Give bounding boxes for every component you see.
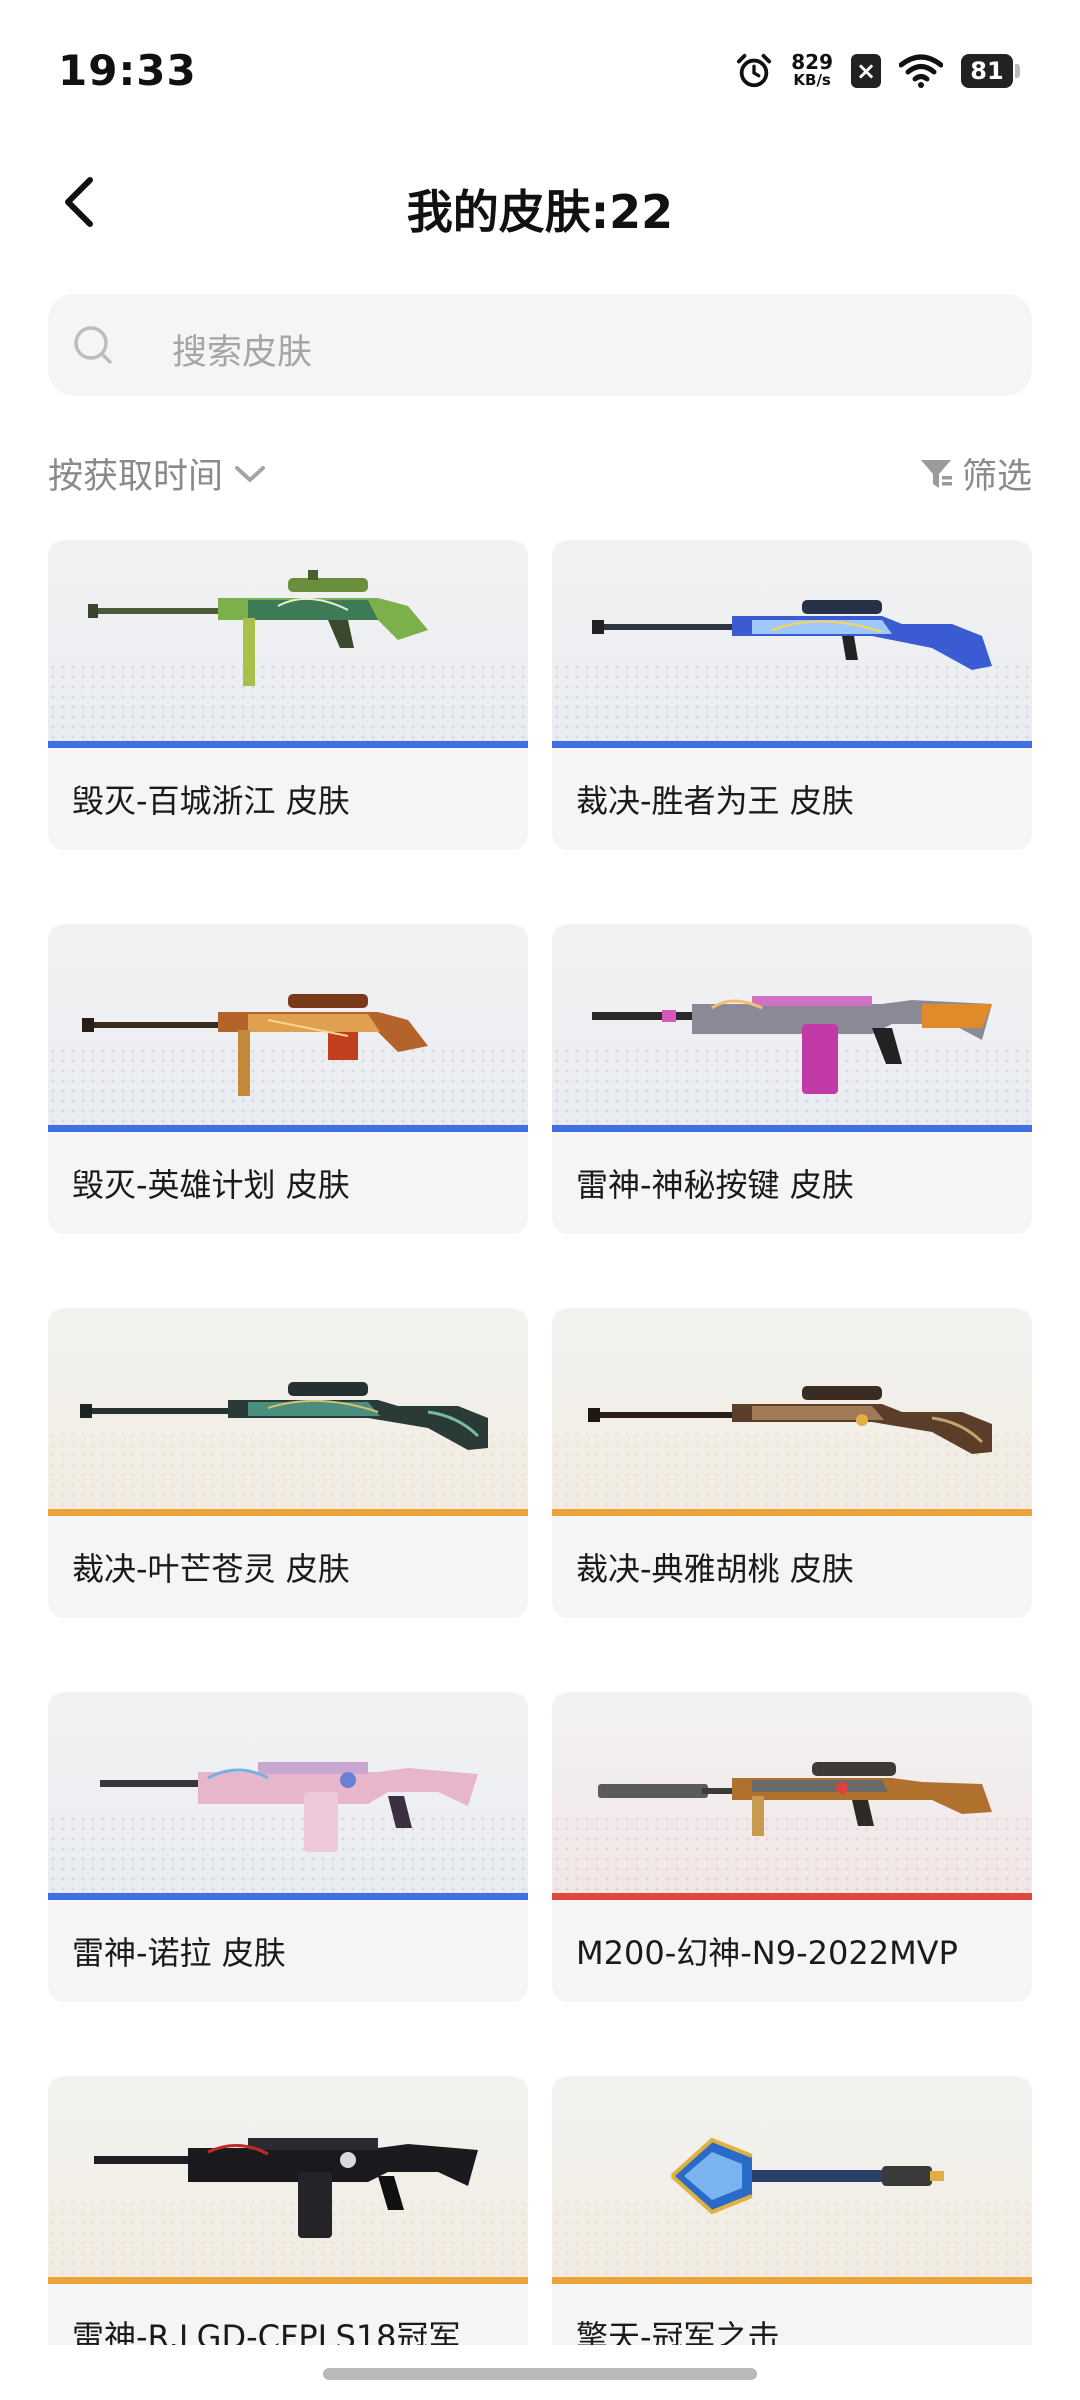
rarity-bar [48,1509,528,1516]
status-bar: 19:33 829 KB/s × 81 [0,0,1080,140]
network-speed-unit: KB/s [793,71,831,89]
skin-image-area [552,540,1032,748]
battery-tip [1015,64,1020,78]
skin-name: 裁决-典雅胡桃 皮肤 [576,1550,854,1588]
rarity-bar [48,1125,528,1132]
filter-label: 筛选 [961,457,1032,497]
assault-rifle-image [592,996,992,1094]
status-icons: 829 KB/s × 81 [735,48,1020,94]
skin-card[interactable]: 雷神-R.LGD-CFPLS18冠军 [48,2076,528,2345]
search-bar[interactable]: 搜索皮肤 [48,294,1032,396]
skin-card[interactable]: 雷神-神秘按键 皮肤 [552,924,1032,1234]
page-title: 我的皮肤:22 [406,185,674,239]
sniper-rifle-image [88,570,428,686]
skin-image-area [48,540,528,748]
skin-name: 雷神-R.LGD-CFPLS18冠军 [72,2318,461,2345]
battery-indicator: 81 [961,54,1020,88]
assault-rifle-image [100,1762,478,1852]
filter-button[interactable]: 筛选 [918,448,1032,499]
battery-level: 81 [961,54,1013,88]
sim-off-icon: × [851,54,881,88]
skin-card[interactable]: 毁灭-百城浙江 皮肤 [48,540,528,850]
sniper-rifle-image [82,994,428,1096]
rarity-bar [48,741,528,748]
melee-weapon-image [670,2137,944,2215]
skin-image-area [552,1692,1032,1900]
skin-image-area [552,1308,1032,1516]
sort-label: 按获取时间 [48,457,224,497]
filter-icon [920,459,952,488]
skin-name: 毁灭-英雄计划 皮肤 [72,1166,350,1204]
chevron-down-icon [235,465,266,482]
rarity-bar [48,1893,528,1900]
sort-dropdown[interactable]: 按获取时间 [48,448,267,499]
skin-name: 雷神-神秘按键 皮肤 [576,1166,854,1204]
alarm-icon [737,53,772,88]
rarity-bar [552,741,1032,748]
home-indicator[interactable] [323,2368,757,2380]
skin-name: 裁决-胜者为王 皮肤 [576,782,854,820]
search-input[interactable]: 搜索皮肤 [172,324,312,375]
rarity-bar [552,2277,1032,2284]
network-speed-value: 829 [791,50,833,74]
skin-card[interactable]: M200-幻神-N9-2022MVP [552,1692,1032,2002]
skin-name: 雷神-诺拉 皮肤 [72,1934,286,1972]
skin-image-area [48,924,528,1132]
sniper-rifle-image [592,600,992,670]
skin-name: 裁决-叶芒苍灵 皮肤 [72,1550,350,1588]
rarity-bar [552,1125,1032,1132]
skin-image-area [552,924,1032,1132]
skin-name: 毁灭-百城浙江 皮肤 [72,782,350,820]
skin-name: 擎天-冠军之击 [576,2318,780,2345]
wifi-icon [899,54,943,88]
skin-image-area [48,1692,528,1900]
skin-image-area [48,2076,528,2284]
assault-rifle-image [94,2138,478,2238]
search-icon [74,326,112,364]
skin-grid: 毁灭-百城浙江 皮肤 裁决-胜者为王 皮肤 毁灭-英雄计划 皮肤 雷神-神秘按键… [48,540,1032,2345]
skin-card[interactable]: 裁决-典雅胡桃 皮肤 [552,1308,1032,1618]
sniper-rifle-image [598,1762,992,1836]
sniper-rifle-image [588,1386,992,1454]
rarity-bar [552,1893,1032,1900]
skin-card[interactable]: 裁决-叶芒苍灵 皮肤 [48,1308,528,1618]
status-time: 19:33 [58,46,197,95]
rarity-bar [552,1509,1032,1516]
skin-image-area [552,2076,1032,2284]
skin-card[interactable]: 雷神-诺拉 皮肤 [48,1692,528,2002]
skin-card[interactable]: 裁决-胜者为王 皮肤 [552,540,1032,850]
skin-image-area [48,1308,528,1516]
skin-card[interactable]: 擎天-冠军之击 [552,2076,1032,2345]
rarity-bar [48,2277,528,2284]
sniper-rifle-image [80,1382,488,1450]
skin-name: M200-幻神-N9-2022MVP [576,1934,958,1972]
skin-card[interactable]: 毁灭-英雄计划 皮肤 [48,924,528,1234]
network-speed: 829 KB/s [791,50,833,89]
